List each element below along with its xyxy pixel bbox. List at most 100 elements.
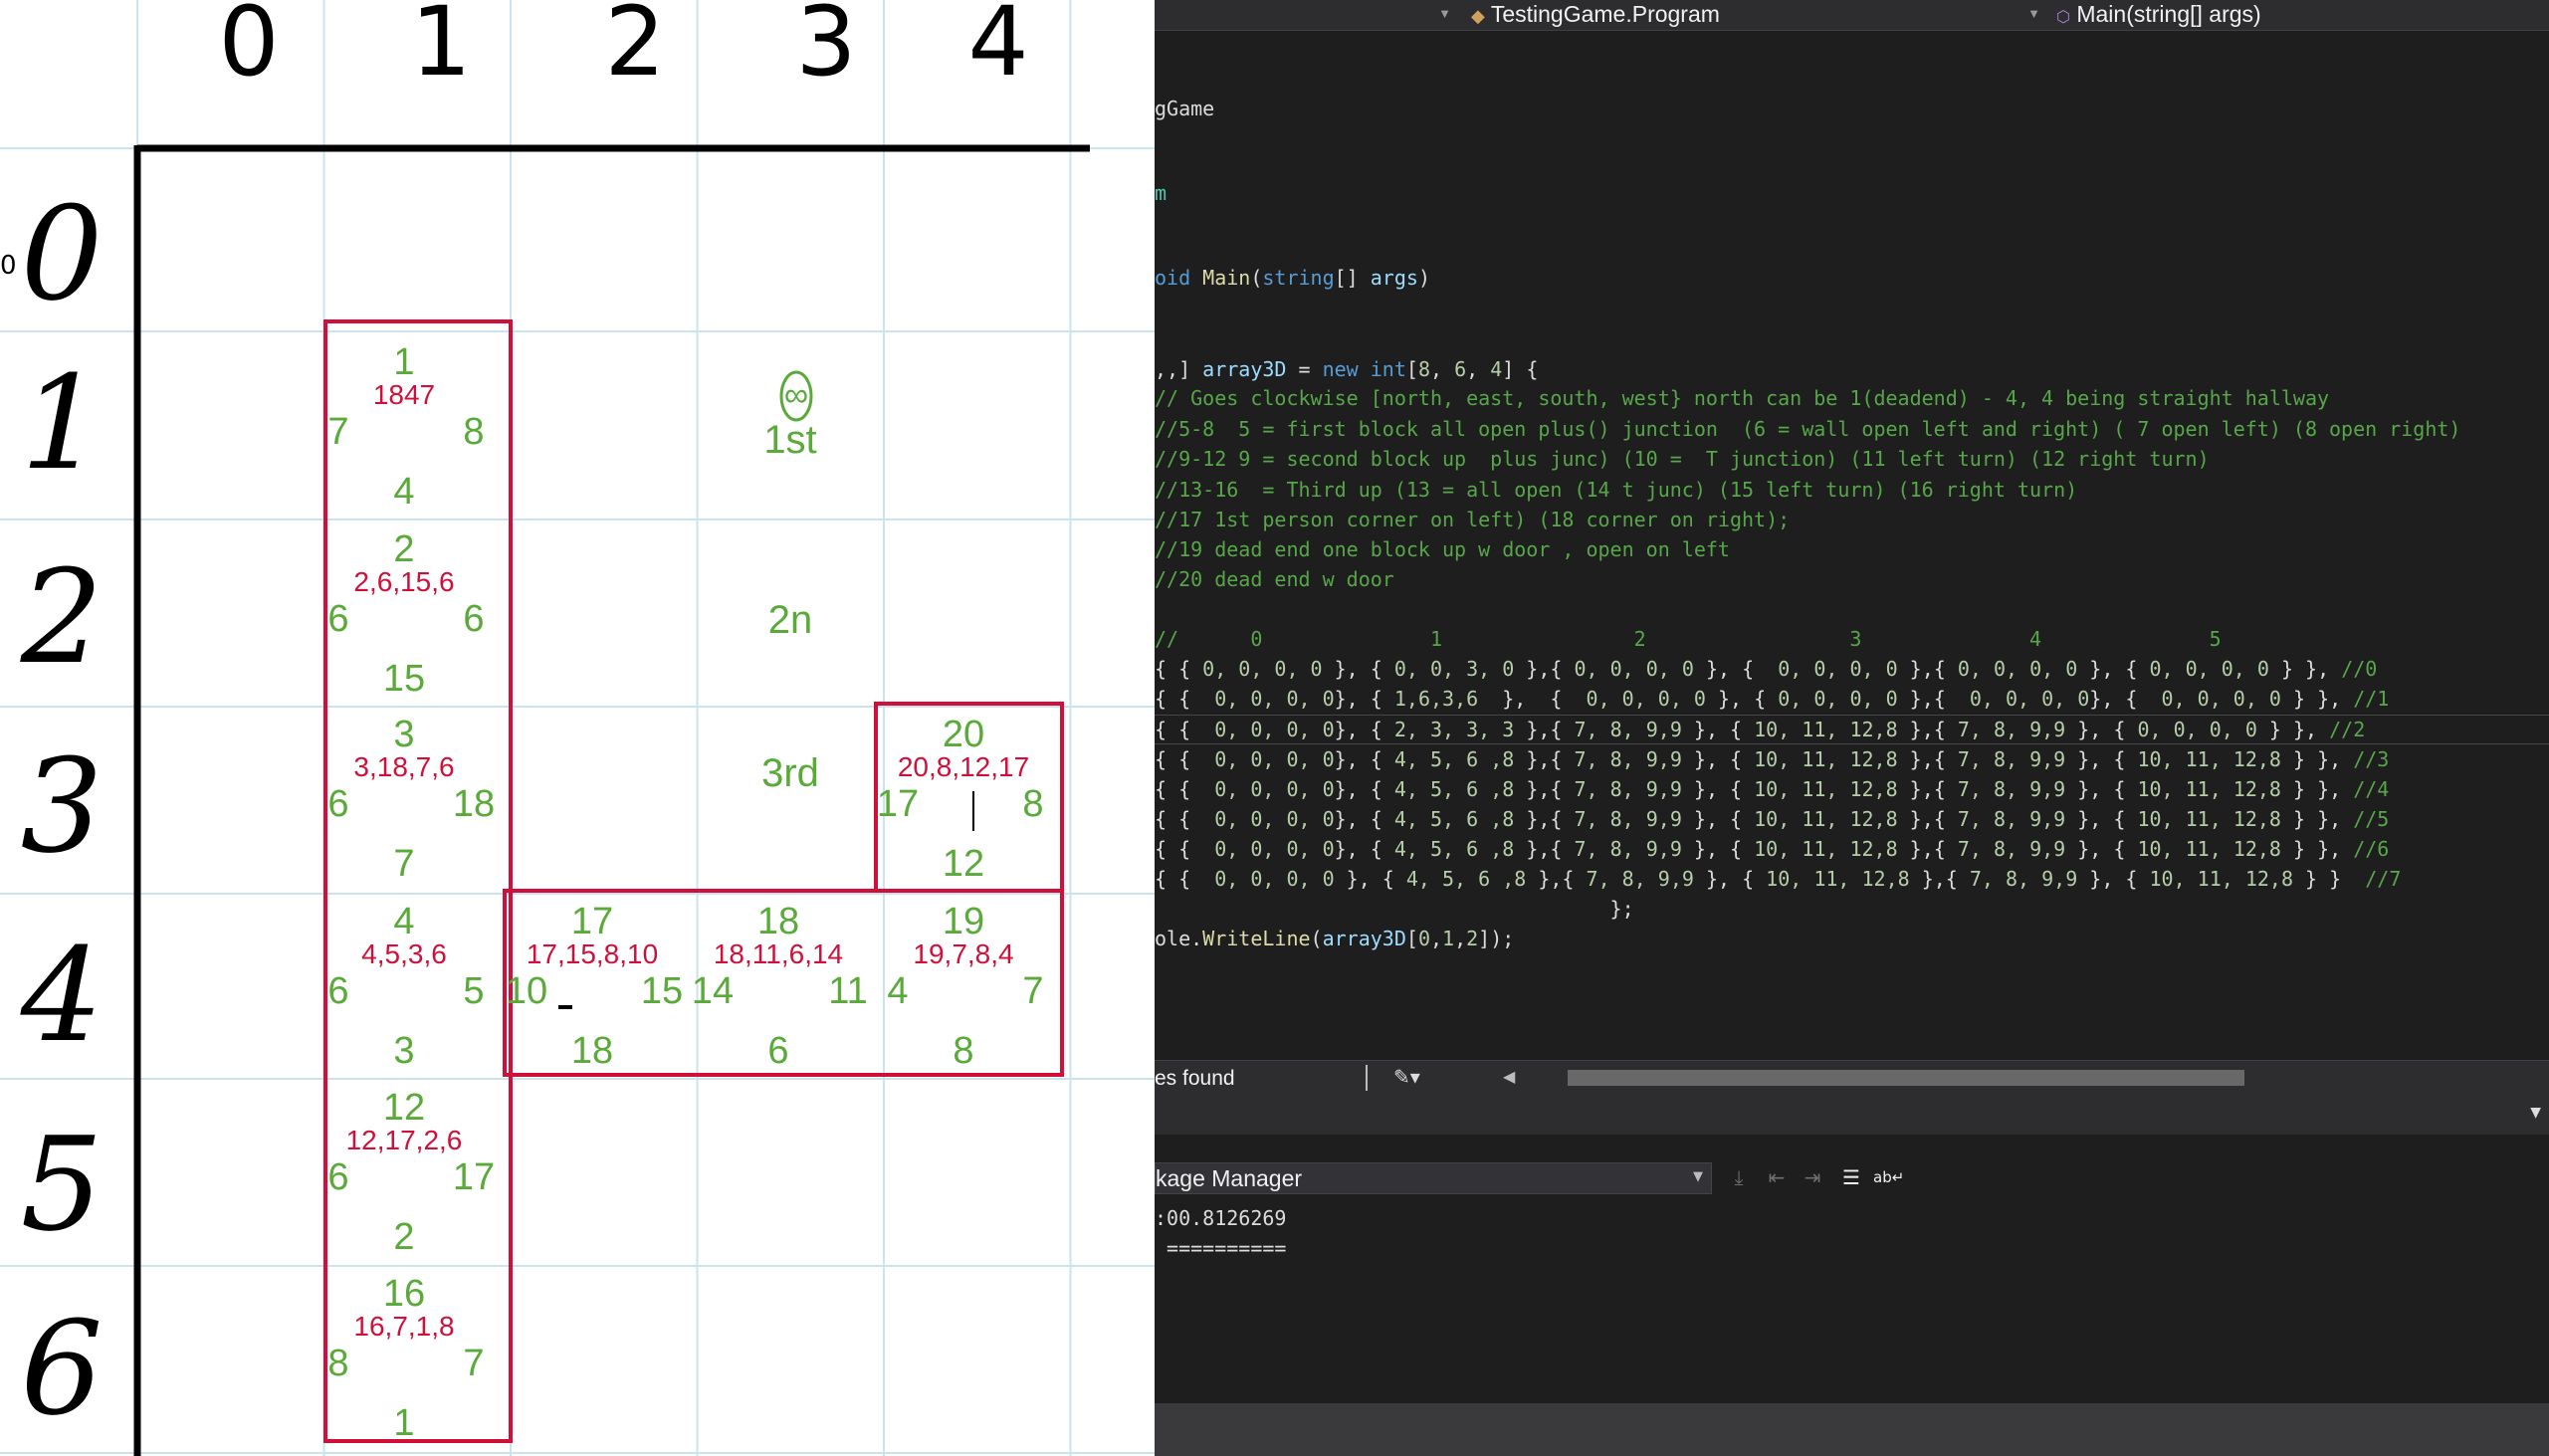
word-wrap-icon[interactable]: ab↵ — [1873, 1162, 1904, 1192]
code-token: }; — [1155, 897, 1634, 921]
code-token: 0, 0, 0, 0 — [1214, 718, 1335, 741]
code-token: 0, 0, 0, 0 — [1574, 657, 1694, 681]
row-header: 3 — [21, 730, 104, 882]
cell-north-value: 3 — [393, 714, 414, 755]
code-token: 0, 0, 0, 0 — [1969, 687, 2090, 711]
code-line: //19 dead end one block up w door , open… — [1155, 535, 1730, 563]
cell-tile-code: 16,7,1,8 — [353, 1311, 454, 1342]
code-token: 0, 0, 0, 0 — [1214, 777, 1335, 801]
code-token: }, { — [1681, 837, 1755, 861]
bottom-tab-strip — [1155, 1403, 2549, 1456]
cell-north-value: 12 — [383, 1087, 425, 1129]
code-token: },{ — [1514, 718, 1575, 741]
cell-south-value: 4 — [393, 471, 414, 513]
code-token: Main — [1202, 266, 1251, 290]
row-header: 4 — [20, 920, 104, 1071]
code-token: 10, 11, 12,8 — [1754, 718, 1898, 741]
code-line: ole.WriteLine(array3D[0,1,2]); — [1155, 925, 1514, 952]
code-token: 0, 0, 3, 0 — [1393, 657, 1515, 681]
cell-tile-code: 12,17,2,6 — [346, 1125, 463, 1155]
cell-west-value: 4 — [887, 970, 908, 1012]
panel-collapse-icon[interactable]: ▼ — [2530, 1105, 2541, 1121]
code-token: },{ — [1897, 747, 1958, 771]
cell-west-value: 10 — [506, 970, 547, 1012]
clear-output-icon[interactable]: ☰ — [1836, 1162, 1866, 1192]
code-token: m — [1155, 181, 1168, 205]
cell-east-value: 6 — [463, 598, 484, 640]
code-token: { { — [1155, 657, 1203, 681]
code-line: { { 0, 0, 0, 0}, { 4, 5, 6 ,8 },{ 7, 8, … — [1155, 805, 2389, 833]
horizontal-scrollbar-thumb[interactable] — [1568, 1070, 2244, 1086]
cell-south-value: 18 — [571, 1030, 613, 1072]
column-header: 4 — [967, 0, 1028, 98]
code-token: 4, 5, 6 ,8 — [1393, 747, 1515, 771]
code-token: }, { — [1681, 807, 1755, 831]
scroll-left-icon[interactable]: ◀ — [1503, 1067, 1515, 1086]
cell-tile-code: 3,18,7,6 — [353, 751, 454, 782]
code-token: }, { — [1334, 807, 1394, 831]
code-token: 0, 0, 0, 0 — [2149, 657, 2269, 681]
code-token: ole. — [1155, 927, 1203, 950]
code-token: //17 1st person corner on left) (18 corn… — [1155, 508, 1791, 531]
code-token: //19 dead end one block up w door , open… — [1155, 537, 1730, 561]
code-token: , — [1429, 357, 1455, 381]
output-source-dropdown[interactable]: kage Manager ▼ — [1155, 1162, 1712, 1194]
code-line: //17 1st person corner on left) (18 corn… — [1155, 506, 1790, 533]
cell-west-value: 8 — [327, 1343, 348, 1384]
code-token: 6 — [1454, 357, 1467, 381]
code-token: }, { — [2065, 747, 2138, 771]
code-token: //5 — [2353, 807, 2390, 831]
code-token: }, { — [1334, 687, 1394, 711]
code-token: //3 — [2353, 747, 2390, 771]
code-token: //13-16 = Third up (13 = all open (14 t … — [1155, 478, 2078, 502]
cell-north-value: 1 — [393, 341, 414, 383]
cell-west-value: 17 — [877, 783, 919, 825]
code-token: 7, 8, 9,9 — [1957, 807, 2066, 831]
output-pane[interactable]: :00.8126269 ========== — [1155, 1194, 2549, 1403]
edge-mark: 0 — [0, 251, 17, 281]
code-editor[interactable]: gGame m oid Main(string[] args),,] array3D… — [1155, 0, 2549, 1060]
code-token: }, { — [1334, 837, 1394, 861]
previous-message-icon[interactable]: ⇤ — [1762, 1162, 1792, 1192]
code-token: },{ — [1897, 718, 1958, 741]
code-token: { { — [1155, 777, 1215, 801]
code-token: }, { — [1681, 747, 1755, 771]
code-token: 0, 0, 0, 0 — [1214, 807, 1335, 831]
floor-label-mark: ∞ — [784, 376, 808, 414]
next-message-icon[interactable]: ⇥ — [1798, 1162, 1827, 1192]
code-line: // 0 1 2 3 4 5 — [1155, 625, 2222, 653]
cell-north-value: 2 — [393, 528, 414, 570]
code-token: [ — [1405, 357, 1418, 381]
issues-indicator[interactable]: es found — [1155, 1067, 1235, 1091]
code-token: } }, — [2280, 807, 2354, 831]
code-token: ] { — [1502, 357, 1539, 381]
cell-east-value: 5 — [463, 970, 484, 1012]
code-token: // Goes clockwise [north, east, south, w… — [1155, 386, 2330, 410]
code-token: { { — [1155, 867, 1215, 891]
code-line: ,,] array3D = new int[8, 6, 4] { — [1155, 355, 1538, 383]
code-token: }, { — [2065, 777, 2138, 801]
code-line: oid Main(string[] args) — [1155, 264, 1430, 292]
code-line: { { 0, 0, 0, 0}, { 4, 5, 6 ,8 },{ 7, 8, … — [1155, 745, 2389, 773]
cell-west-value: 6 — [327, 970, 348, 1012]
column-header: 3 — [795, 0, 856, 98]
code-token: , — [1466, 357, 1491, 381]
code-token: array3D — [1202, 357, 1287, 381]
row-header: 2 — [20, 541, 104, 693]
cell-south-value: 15 — [383, 658, 425, 700]
code-token: //0 — [2341, 657, 2378, 681]
code-token: 7, 8, 9,9 — [1957, 718, 2066, 741]
code-token: //9-12 9 = second block up plus junc) (1… — [1155, 447, 2210, 471]
cell-tile-code: 18,11,6,14 — [714, 938, 843, 969]
brush-icon[interactable]: ✎▾ — [1393, 1065, 1420, 1089]
code-token: 0, 0, 0, 0 — [1214, 837, 1335, 861]
cell-east-value: 17 — [453, 1156, 495, 1198]
cell-south-value: 1 — [393, 1402, 414, 1444]
clear-all-icon[interactable]: ⤓ — [1724, 1162, 1754, 1192]
code-token: }, { — [2077, 657, 2150, 681]
code-line: { { 0, 0, 0, 0}, { 1,6,3,6 }, { 0, 0, 0,… — [1155, 685, 2389, 713]
code-token: 7, 8, 9,9 — [1957, 777, 2066, 801]
editor-status-bar: es found ✎▾ ◀ — [1155, 1060, 2549, 1096]
code-line: //20 dead end w door — [1155, 565, 1394, 593]
cell-north-value: 20 — [943, 714, 984, 755]
